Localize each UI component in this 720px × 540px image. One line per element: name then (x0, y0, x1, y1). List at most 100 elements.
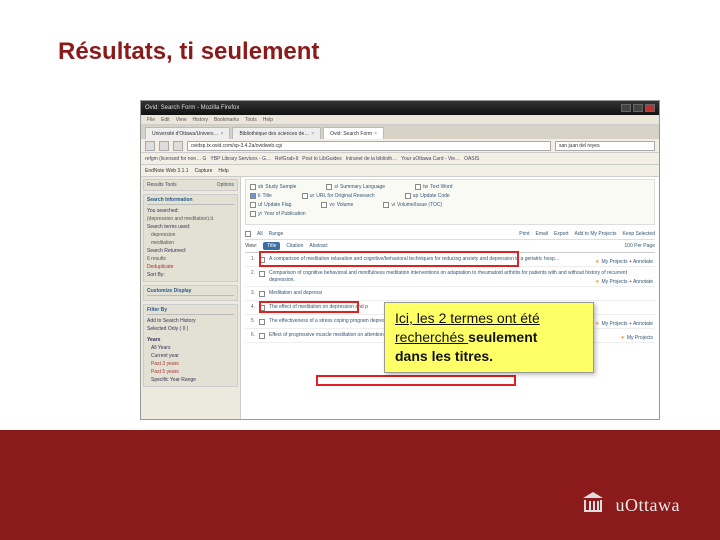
field-ur[interactable]: ur URL for Original Research (302, 193, 375, 199)
result-title[interactable]: Meditation and depressi (269, 290, 653, 297)
view-abstract-tab[interactable]: Abstract (309, 243, 327, 249)
checkbox-icon[interactable] (405, 193, 411, 199)
field-yr[interactable]: yr Year of Publication (250, 211, 306, 217)
capture-button[interactable]: Capture (195, 168, 213, 174)
year-specific[interactable]: Specific Year Range (147, 376, 234, 384)
years-header[interactable]: Years (147, 336, 234, 344)
help-button[interactable]: Help (218, 168, 228, 174)
email-button[interactable]: Email (536, 231, 549, 237)
menu-view[interactable]: View (176, 117, 187, 123)
bookmark-item[interactable]: RefGrab-It (275, 156, 298, 162)
tab-label: Ovid: Search Form (330, 131, 372, 137)
menu-edit[interactable]: Edit (161, 117, 170, 123)
view-citation-tab[interactable]: Citation (286, 243, 303, 249)
bookmark-item[interactable]: Intranet de la biblioth… (346, 156, 397, 162)
bookmarks-bar: refgm (licensed for non… G YBP Library S… (141, 153, 659, 165)
select-all-checkbox[interactable] (245, 231, 251, 237)
result-row[interactable]: 2.Comparison of cognitive behavioral and… (245, 267, 655, 287)
perpage-select[interactable]: 100 Per Page (624, 243, 655, 249)
checkbox-icon[interactable] (250, 202, 256, 208)
result-checkbox[interactable] (259, 271, 265, 277)
view-title-tab[interactable]: Title (263, 242, 280, 250)
menu-tools[interactable]: Tools (245, 117, 257, 123)
filter-by-box: Filter By Add to Search History Selected… (143, 304, 238, 387)
browser-search-input[interactable]: san juan del reyes (555, 141, 655, 151)
result-actions[interactable]: ★My Projects (620, 335, 653, 341)
field-uf[interactable]: uf Update Flag (250, 202, 291, 208)
endnote-button[interactable]: EndNote Web 3.1.1 (145, 168, 189, 174)
browser-tab[interactable]: Bibliothèque des sciences de…× (232, 127, 321, 139)
year-past5[interactable]: Past 5 years (147, 368, 234, 376)
bookmark-item[interactable]: Post to LibGuides (302, 156, 341, 162)
result-checkbox[interactable] (259, 291, 265, 297)
options-link[interactable]: Options (217, 182, 234, 188)
range-link[interactable]: Range (269, 231, 284, 237)
result-row[interactable]: 1.A comparison of meditation relaxation … (245, 253, 655, 267)
returned-count: 6 results (147, 255, 234, 263)
browser-tab[interactable]: Université d'Ottawa/Univers…× (145, 127, 230, 139)
checkbox-icon[interactable] (250, 211, 256, 217)
filter-by-header[interactable]: Filter By (147, 307, 234, 315)
result-checkbox[interactable] (259, 305, 265, 311)
field-sb[interactable]: sb Study Sample (250, 184, 296, 190)
all-link[interactable]: All (257, 231, 263, 237)
checkbox-icon[interactable] (250, 184, 256, 190)
checkbox-icon[interactable] (302, 193, 308, 199)
keep-selected-button[interactable]: Keep Selected (622, 231, 655, 237)
field-vo[interactable]: vo Volume (321, 202, 353, 208)
tab-close-icon[interactable]: × (374, 131, 377, 137)
bookmark-item[interactable]: YBP Library Services - G… (210, 156, 270, 162)
menu-file[interactable]: File (147, 117, 155, 123)
browser-tab-active[interactable]: Ovid: Search Form× (323, 127, 384, 139)
filter-add-history[interactable]: Add to Search History (147, 317, 234, 325)
result-number: 4. (247, 304, 255, 311)
checkbox-icon[interactable] (326, 184, 332, 190)
result-actions[interactable]: ★My Projects + Annotate (595, 279, 653, 285)
menu-bookmarks[interactable]: Bookmarks (214, 117, 239, 123)
menu-history[interactable]: History (192, 117, 208, 123)
result-checkbox[interactable] (259, 333, 265, 339)
search-query-text: (depression and meditation).ti. (147, 215, 234, 223)
print-button[interactable]: Print (519, 231, 529, 237)
star-icon: ★ (595, 259, 599, 265)
result-checkbox[interactable] (259, 257, 265, 263)
bookmark-item[interactable]: OASIS (464, 156, 479, 162)
tab-close-icon[interactable]: × (221, 131, 224, 137)
field-sl[interactable]: sl Summary Language (326, 184, 385, 190)
field-vi[interactable]: vi Volume/Issue (TOC) (383, 202, 442, 208)
field-ti[interactable]: ti Title (250, 193, 272, 199)
bookmark-item[interactable]: refgm (licensed for non… G (145, 156, 206, 162)
address-input[interactable]: ovidsp.tx.ovid.com/sp-3.4.2a/ovidweb.cgi (187, 141, 551, 151)
result-actions[interactable]: ★My Projects + Annotate (595, 321, 653, 327)
bookmark-item[interactable]: Your uOttawa Card - Vie… (401, 156, 460, 162)
result-checkbox[interactable] (259, 319, 265, 325)
year-current[interactable]: Current year (147, 352, 234, 360)
close-button[interactable] (645, 104, 655, 112)
checkbox-icon[interactable] (383, 202, 389, 208)
export-button[interactable]: Export (554, 231, 568, 237)
year-past3[interactable]: Past 3 years (147, 360, 234, 368)
field-tw[interactable]: tw Text Word (415, 184, 452, 190)
search-info-header[interactable]: Search Information (147, 197, 234, 205)
field-up[interactable]: up Update Code (405, 193, 450, 199)
minimize-button[interactable] (621, 104, 631, 112)
filter-selected-only[interactable]: Selected Only ( 0 ) (147, 325, 234, 333)
forward-button[interactable] (159, 141, 169, 151)
tab-close-icon[interactable]: × (311, 131, 314, 137)
page-content: Results Tools Options Search Information… (141, 177, 659, 419)
add-projects-button[interactable]: Add to My Projects (575, 231, 617, 237)
checkbox-icon[interactable] (321, 202, 327, 208)
customize-display-box[interactable]: Customize Display (143, 285, 238, 301)
checkbox-icon[interactable] (415, 184, 421, 190)
results-toolbar: All Range Print Email Export Add to My P… (245, 229, 655, 240)
star-icon: ★ (620, 335, 624, 341)
year-all[interactable]: All Years (147, 344, 234, 352)
back-button[interactable] (145, 141, 155, 151)
deduplicate-link[interactable]: Deduplicate (147, 263, 234, 271)
maximize-button[interactable] (633, 104, 643, 112)
result-row[interactable]: 3.Meditation and depressi (245, 287, 655, 301)
menu-help[interactable]: Help (263, 117, 273, 123)
reload-button[interactable] (173, 141, 183, 151)
result-actions[interactable]: ★My Projects + Annotate (595, 259, 653, 265)
checkbox-checked-icon[interactable] (250, 193, 256, 199)
